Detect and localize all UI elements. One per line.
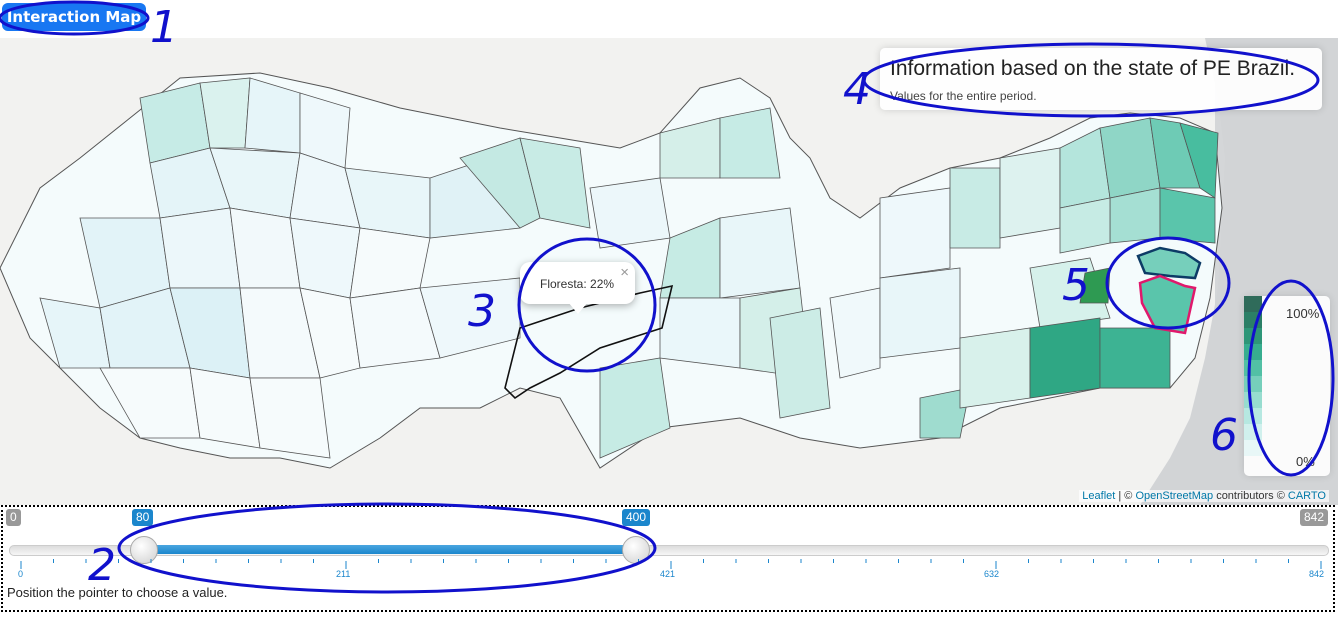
municipality[interactable] xyxy=(879,267,961,359)
slider-to-label: 400 xyxy=(622,509,651,526)
legend-color-step xyxy=(1244,328,1262,345)
range-slider-panel: 0 842 80 400 0 211 421 632 842 Position … xyxy=(1,505,1335,612)
osm-link[interactable]: OpenStreetMap xyxy=(1135,490,1213,502)
municipality[interactable] xyxy=(719,207,801,299)
legend-color-step xyxy=(1244,440,1262,456)
municipality[interactable] xyxy=(999,147,1061,239)
legend-color-step xyxy=(1244,296,1262,313)
municipality[interactable] xyxy=(599,357,671,459)
legend-min-label: 0% xyxy=(1296,454,1315,469)
attribution-sep: | © xyxy=(1118,490,1133,502)
map-attribution: Leaflet | © OpenStreetMap contributors ©… xyxy=(1079,490,1329,502)
leaflet-link[interactable]: Leaflet xyxy=(1082,490,1115,502)
legend-color-step xyxy=(1244,360,1262,377)
slider-tick-label: 0 xyxy=(18,569,24,579)
slider-tick-label: 632 xyxy=(984,569,1000,579)
municipality[interactable] xyxy=(949,167,1001,249)
municipality[interactable] xyxy=(1109,187,1161,244)
slider-min-label: 0 xyxy=(6,509,21,526)
slider-from-label: 80 xyxy=(132,509,154,526)
legend-color-step xyxy=(1244,424,1262,441)
legend-max-label: 100% xyxy=(1286,306,1320,321)
slider-max-label: 842 xyxy=(1300,509,1329,526)
slider-tick-label: 211 xyxy=(336,569,351,579)
municipality[interactable] xyxy=(249,377,331,459)
slider-tick-label: 842 xyxy=(1309,569,1325,579)
municipality[interactable] xyxy=(1029,317,1101,399)
info-panel: Information based on the state of PE Bra… xyxy=(880,48,1322,110)
popup-close-icon[interactable]: × xyxy=(620,264,629,281)
slider-tick-label: 421 xyxy=(660,569,676,579)
municipality[interactable] xyxy=(159,207,241,289)
info-title: Information based on the state of PE Bra… xyxy=(890,57,1296,80)
slider-selected-range[interactable] xyxy=(143,545,637,554)
municipality[interactable] xyxy=(229,207,301,289)
municipality[interactable] xyxy=(659,297,741,369)
municipality[interactable] xyxy=(1099,117,1161,199)
popup-text: Floresta: 22% xyxy=(540,277,615,291)
municipality[interactable] xyxy=(589,177,671,249)
municipality[interactable] xyxy=(959,327,1031,409)
legend-color-step xyxy=(1244,392,1262,409)
carto-link[interactable]: CARTO xyxy=(1288,490,1326,502)
municipality[interactable] xyxy=(189,367,261,449)
map-popup: Floresta: 22% × xyxy=(520,262,635,304)
legend-color-step xyxy=(1244,408,1262,425)
municipality[interactable] xyxy=(1099,327,1171,389)
municipality[interactable] xyxy=(289,217,361,299)
legend-color-step xyxy=(1244,312,1262,329)
municipality[interactable] xyxy=(879,187,951,279)
municipality[interactable] xyxy=(719,107,781,179)
municipality[interactable] xyxy=(769,307,831,419)
municipality[interactable] xyxy=(349,227,431,299)
choropleth-map[interactable]: Information based on the state of PE Bra… xyxy=(0,38,1338,505)
info-subtitle: Values for the entire period. xyxy=(890,89,1037,103)
slider-hint: Position the pointer to choose a value. xyxy=(7,585,228,600)
municipality[interactable] xyxy=(1159,187,1216,244)
popup-tip xyxy=(568,302,588,314)
interaction-map-tab[interactable]: Interaction Map xyxy=(2,3,146,31)
municipality[interactable] xyxy=(1059,197,1111,254)
legend-color-scale xyxy=(1244,296,1262,456)
legend-color-step xyxy=(1244,376,1262,393)
legend-color-step xyxy=(1244,344,1262,361)
attribution-contrib: contributors © xyxy=(1216,490,1285,502)
map-legend: 100% 0% xyxy=(1244,296,1330,476)
